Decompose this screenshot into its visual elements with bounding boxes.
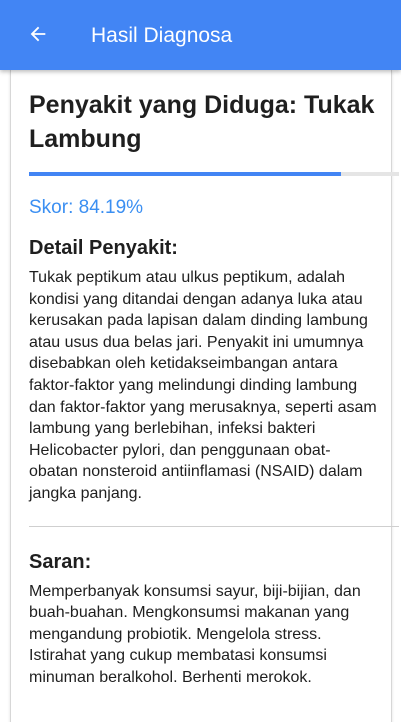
section-divider <box>29 525 399 527</box>
score-label: Skor: 84.19% <box>29 197 144 218</box>
score-progress-fill <box>29 172 341 176</box>
page-title: Hasil Diagnosa <box>91 24 233 47</box>
score-progress-bar <box>29 172 399 176</box>
saran-text: Memperbanyak konsumsi sayur, biji-bijian… <box>29 582 361 686</box>
disease-title: Penyakit yang Diduga: Tukak Lambung <box>29 91 375 153</box>
back-button[interactable] <box>22 20 54 52</box>
result-card[interactable]: Penyakit yang Diduga: Tukak Lambung Skor… <box>10 70 399 722</box>
result-content: Penyakit yang Diduga: Tukak Lambung Skor… <box>29 88 399 689</box>
detail-heading: Detail Penyakit: <box>29 237 178 259</box>
arrow-left-icon <box>27 23 49 50</box>
detail-text: Tukak peptikum atau ulkus peptikum, adal… <box>29 269 377 502</box>
app-bar: Hasil Diagnosa <box>0 0 401 70</box>
app-screen: Hasil Diagnosa Penyakit yang Diduga: Tuk… <box>0 0 401 722</box>
saran-heading: Saran: <box>29 550 92 573</box>
